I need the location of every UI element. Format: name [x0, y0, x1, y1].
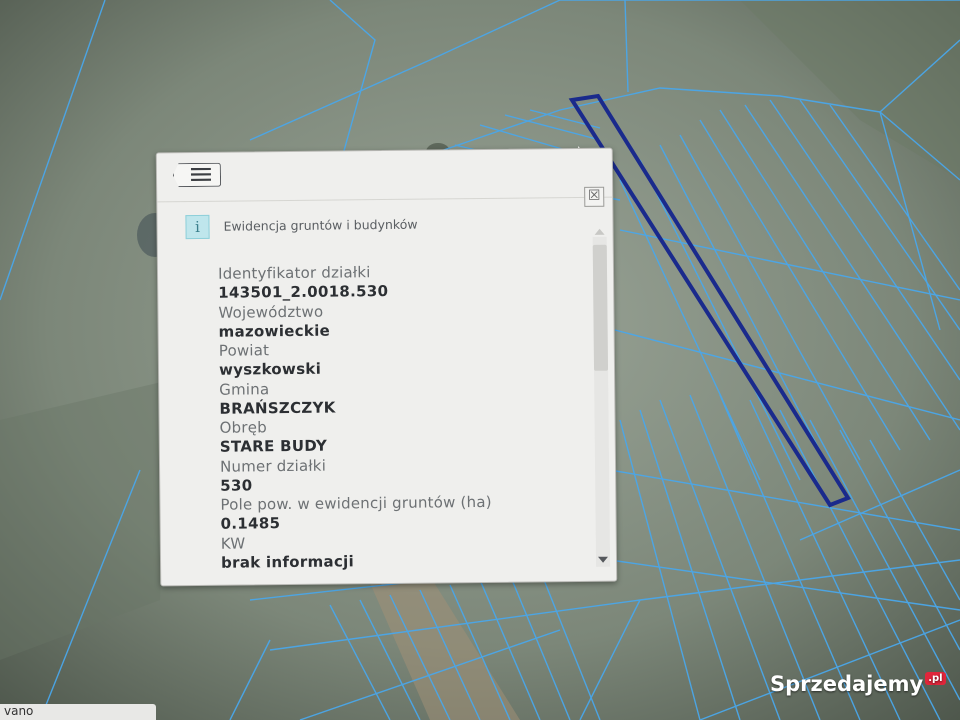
watermark-logo: Sprzedajemy .pl	[770, 672, 946, 696]
scroll-down-icon[interactable]	[597, 556, 609, 563]
feature-info-popup: ☒ i Ewidencja gruntów i budynków Identyf…	[155, 147, 618, 587]
layer-title: Ewidencja gruntów i budynków	[223, 216, 418, 234]
field-value: brak informacji	[220, 551, 355, 572]
scrollbar-thumb[interactable]	[592, 244, 609, 371]
layer-header: i Ewidencja gruntów i budynków	[185, 211, 592, 240]
watermark-text: Sprzedajemy	[770, 672, 924, 696]
corner-status-label: vano	[0, 704, 156, 720]
close-icon[interactable]: ☒	[584, 186, 605, 207]
list-back-button[interactable]	[173, 163, 221, 188]
info-icon: i	[185, 214, 210, 240]
scroll-up-icon[interactable]	[594, 228, 605, 235]
attribute-list: Identyfikator działki 143501_2.0018.530 …	[218, 261, 581, 573]
popup-header	[156, 148, 613, 203]
watermark-badge: .pl	[925, 672, 946, 685]
list-back-icon	[191, 168, 211, 181]
